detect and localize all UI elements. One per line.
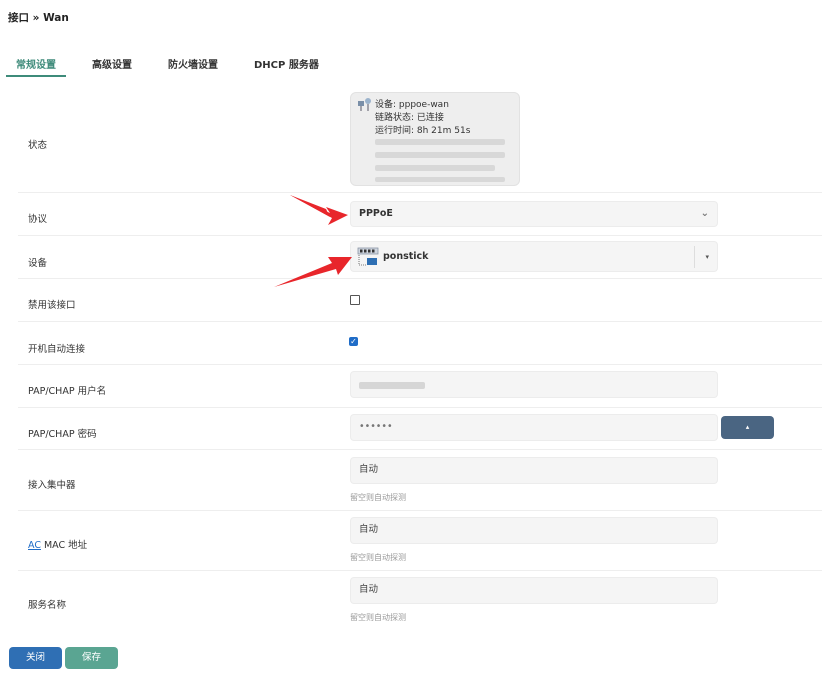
tab-bar: 常规设置 高级设置 防火墙设置 DHCP 服务器 <box>6 56 355 77</box>
redacted-line <box>375 177 505 182</box>
auto-connect-label: 开机自动连接 <box>28 344 86 355</box>
status-device: 设备: pppoe-wan <box>375 100 449 110</box>
service-name-hint: 留空则自动探测 <box>350 613 406 622</box>
redacted-line <box>375 139 505 145</box>
red-arrow-icon <box>290 195 330 217</box>
ac-mac-label: AC MAC 地址 <box>28 537 87 551</box>
pap-username-input[interactable] <box>350 371 718 398</box>
chevron-down-icon: ⌄ <box>700 208 709 219</box>
network-port-icon <box>358 98 371 111</box>
ac-mac-input[interactable]: 自动 <box>350 517 718 544</box>
tab-general[interactable]: 常规设置 <box>6 56 66 77</box>
protocol-label: 协议 <box>28 214 48 225</box>
close-button[interactable]: 关闭 <box>9 647 62 669</box>
row-divider <box>18 235 822 236</box>
concentrator-input[interactable]: 自动 <box>350 457 718 484</box>
tab-advanced[interactable]: 高级设置 <box>92 56 132 77</box>
row-divider <box>18 407 822 408</box>
row-divider <box>18 192 822 193</box>
service-name-label: 服务名称 <box>28 600 67 611</box>
annotation-arrows <box>274 195 352 287</box>
redacted-line <box>375 165 495 171</box>
save-button[interactable]: 保存 <box>65 647 118 669</box>
row-divider <box>18 510 822 511</box>
concentrator-hint: 留空则自动探测 <box>350 493 406 502</box>
pap-password-input[interactable]: •••••• <box>350 414 718 441</box>
pap-username-label: PAP/CHAP 用户名 <box>28 386 107 397</box>
ac-mac-hint: 留空则自动探测 <box>350 553 406 562</box>
select-divider <box>694 246 695 268</box>
row-divider <box>18 570 822 571</box>
status-uptime: 运行时间: 8h 21m 51s <box>375 126 471 136</box>
redacted-line <box>375 152 505 158</box>
breadcrumb: 接口 » Wan <box>8 12 69 24</box>
row-divider <box>18 449 822 450</box>
ethernet-device-icon <box>357 247 379 266</box>
checkmark-icon: ✓ <box>350 337 357 346</box>
status-label: 状态 <box>28 140 48 151</box>
pap-password-label: PAP/CHAP 密码 <box>28 429 97 440</box>
caret-up-icon: ▴ <box>745 423 750 431</box>
device-value: ponstick <box>383 251 429 262</box>
service-name-input[interactable]: 自动 <box>350 577 718 604</box>
tab-dhcp[interactable]: DHCP 服务器 <box>254 56 319 77</box>
toggle-password-button[interactable]: ▴ <box>721 416 774 439</box>
ac-mac-placeholder: 自动 <box>359 524 379 535</box>
status-panel: 设备: pppoe-wan 链路状态: 已连接 运行时间: 8h 21m 51s <box>350 92 520 186</box>
disable-interface-checkbox[interactable] <box>350 295 360 305</box>
device-select[interactable]: ponstick ▾ <box>350 241 718 272</box>
password-value: •••••• <box>359 421 393 432</box>
protocol-select[interactable]: PPPoE ⌄ <box>350 201 718 227</box>
service-name-placeholder: 自动 <box>359 584 379 595</box>
row-divider <box>18 278 822 279</box>
tab-firewall[interactable]: 防火墙设置 <box>168 56 218 77</box>
caret-down-icon: ▾ <box>705 253 709 261</box>
row-divider <box>18 364 822 365</box>
red-arrow-icon <box>274 257 352 287</box>
row-divider <box>18 321 822 322</box>
protocol-value: PPPoE <box>359 208 393 219</box>
ac-abbr-link[interactable]: AC <box>28 540 41 551</box>
concentrator-label: 接入集中器 <box>28 480 76 491</box>
device-label: 设备 <box>28 258 48 269</box>
redacted-username <box>359 382 425 389</box>
status-link: 链路状态: 已连接 <box>375 113 444 123</box>
disable-interface-label: 禁用该接口 <box>28 300 76 311</box>
auto-connect-checkbox[interactable]: ✓ <box>349 337 358 346</box>
ac-mac-label-text: MAC 地址 <box>40 540 88 551</box>
concentrator-placeholder: 自动 <box>359 464 379 475</box>
